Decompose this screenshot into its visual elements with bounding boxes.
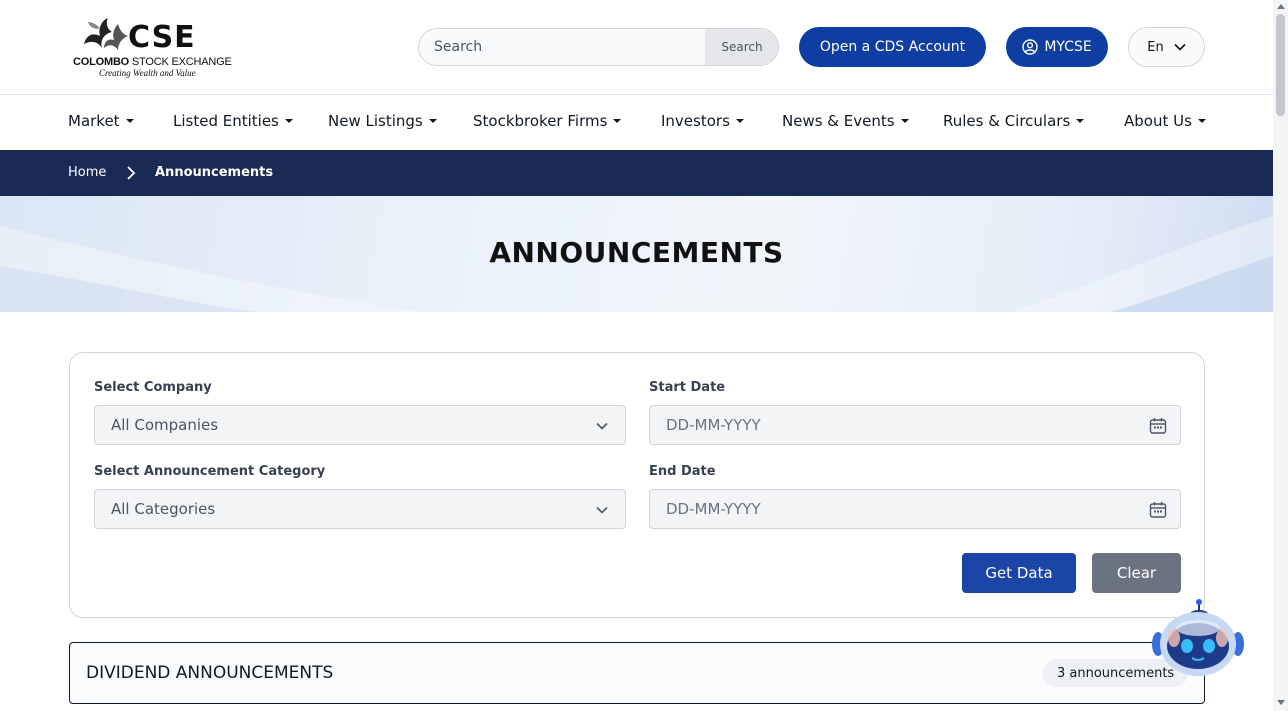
start-date-input[interactable]: DD-MM-YYYY (649, 405, 1181, 445)
search-button[interactable]: Search (705, 29, 778, 65)
chevron-down-icon (1174, 43, 1186, 51)
chevron-down-icon (596, 506, 608, 514)
dividend-announcements-panel[interactable]: DIVIDEND ANNOUNCEMENTS 3 announcements (69, 642, 1205, 704)
page-banner: ANNOUNCEMENTS (0, 196, 1273, 312)
language-label: En (1147, 39, 1164, 55)
logo-letters: CSE (128, 20, 196, 55)
nav-news-events[interactable]: News & Events (782, 112, 909, 130)
nav-about-us[interactable]: About Us (1124, 112, 1206, 130)
calendar-icon[interactable] (1148, 500, 1168, 520)
scroll-down-arrow-icon[interactable] (1277, 700, 1285, 705)
page-scrollbar[interactable] (1273, 0, 1288, 711)
cse-logo-mark-icon (84, 18, 128, 50)
caret-down-icon (1076, 119, 1085, 123)
user-circle-icon (1022, 39, 1039, 55)
filter-card: Select Company All Companies Start Date … (69, 352, 1205, 618)
calendar-icon[interactable] (1148, 416, 1168, 436)
end-date-input[interactable]: DD-MM-YYYY (649, 489, 1181, 529)
end-date-label: End Date (649, 464, 716, 479)
nav-stockbroker-firms[interactable]: Stockbroker Firms (473, 112, 622, 130)
chatbot-robot-icon[interactable] (1152, 598, 1244, 682)
logo-tagline: Creating Wealth and Value (99, 68, 196, 78)
caret-down-icon (428, 119, 437, 123)
caret-down-icon (125, 119, 134, 123)
search-box: Search (418, 28, 779, 66)
nav-market[interactable]: Market (68, 112, 134, 130)
scroll-thumb[interactable] (1276, 14, 1285, 116)
chevron-down-icon (596, 422, 608, 430)
company-select-value: All Companies (111, 416, 219, 434)
caret-down-icon (900, 119, 909, 123)
breadcrumb: Home Announcements (0, 150, 1273, 196)
category-select-value: All Categories (111, 500, 216, 518)
main-nav: Market Listed Entities New Listings Stoc… (0, 95, 1273, 150)
caret-down-icon (735, 119, 744, 123)
select-category-label: Select Announcement Category (94, 464, 326, 479)
cse-logo[interactable]: CSE COLOMBO STOCK EXCHANGE Creating Weal… (72, 14, 232, 80)
clear-button[interactable]: Clear (1092, 553, 1181, 593)
nav-listed-entities[interactable]: Listed Entities (173, 112, 293, 130)
mycse-label: MYCSE (1044, 39, 1092, 55)
nav-rules-circulars[interactable]: Rules & Circulars (943, 112, 1085, 130)
site-header: CSE COLOMBO STOCK EXCHANGE Creating Weal… (0, 0, 1273, 95)
language-selector[interactable]: En (1128, 27, 1205, 67)
open-cds-account-button[interactable]: Open a CDS Account (799, 27, 986, 67)
nav-investors[interactable]: Investors (661, 112, 744, 130)
nav-new-listings[interactable]: New Listings (328, 112, 437, 130)
get-data-button[interactable]: Get Data (962, 553, 1076, 593)
chevron-right-icon (127, 166, 136, 180)
start-date-placeholder: DD-MM-YYYY (666, 416, 761, 434)
select-company-label: Select Company (94, 380, 212, 395)
caret-down-icon (613, 119, 622, 123)
caret-down-icon (284, 119, 293, 123)
breadcrumb-current: Announcements (155, 165, 274, 180)
page-title: ANNOUNCEMENTS (489, 236, 784, 269)
mycse-button[interactable]: MYCSE (1006, 27, 1108, 67)
start-date-label: Start Date (649, 380, 726, 395)
logo-name: COLOMBO STOCK EXCHANGE (73, 56, 232, 68)
scroll-up-arrow-icon[interactable] (1277, 4, 1285, 9)
caret-down-icon (1197, 119, 1206, 123)
dividend-section-title: DIVIDEND ANNOUNCEMENTS (86, 663, 334, 683)
company-select[interactable]: All Companies (94, 405, 626, 445)
end-date-placeholder: DD-MM-YYYY (666, 500, 761, 518)
search-input[interactable] (419, 29, 707, 65)
category-select[interactable]: All Categories (94, 489, 626, 529)
breadcrumb-home-link[interactable]: Home (68, 165, 106, 180)
